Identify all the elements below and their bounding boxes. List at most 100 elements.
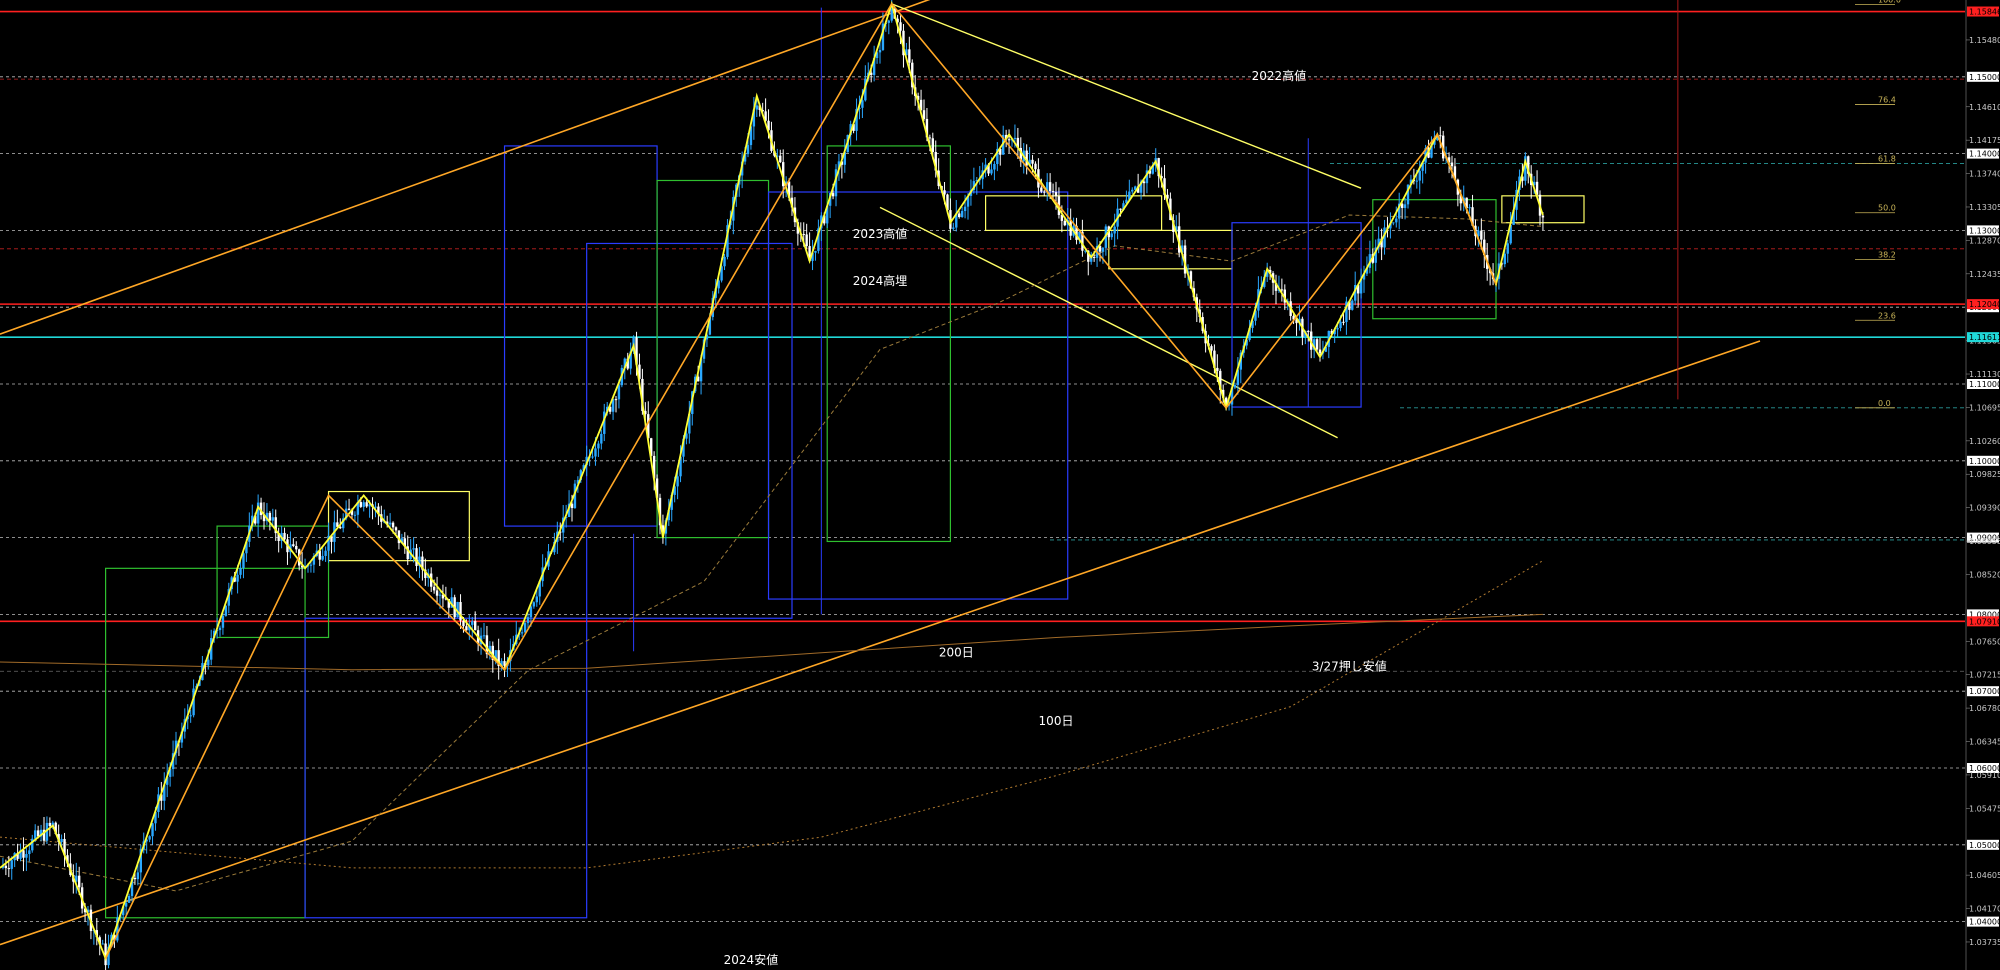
candle-body	[28, 850, 31, 855]
candle-body	[1216, 367, 1219, 371]
candle-body	[148, 836, 151, 840]
candle-body	[890, 8, 893, 21]
candle-body	[1468, 207, 1471, 209]
candle-body	[1541, 215, 1545, 218]
candle-body	[1415, 180, 1418, 182]
price-line-label: 1.15846	[1969, 8, 2000, 17]
tick-label: 1.05475	[1969, 804, 2000, 813]
fib-label: 0.0	[1878, 399, 1891, 408]
chart-canvas[interactable]: 100.0 76.4 61.8 50.0 38.2 23.6 0.0 2022高値 2023高…	[0, 0, 2000, 970]
tick-label: 1.05910	[1969, 771, 2000, 780]
candle-body	[359, 502, 362, 507]
tick-label: 1.15000	[1969, 73, 2000, 82]
candle-body	[101, 943, 104, 945]
tick-label: 1.14000	[1969, 150, 2000, 159]
candle-body	[594, 448, 597, 457]
candle-body	[1034, 163, 1037, 170]
candle-body	[471, 621, 474, 625]
candle-body	[814, 250, 817, 253]
candle-body	[960, 211, 964, 218]
candle-body	[1101, 247, 1105, 252]
forex-chart[interactable]: 100.0 76.4 61.8 50.0 38.2 23.6 0.0 2022高値 2023高…	[0, 0, 2000, 970]
tick-label: 1.13740	[1969, 170, 2000, 179]
candle-body	[207, 659, 210, 666]
candle-body	[746, 145, 750, 155]
fib-label: 61.8	[1878, 155, 1896, 164]
candle-body	[723, 256, 726, 267]
price-line-label: 1.07910	[1969, 617, 2000, 626]
tick-label: 1.14610	[1969, 103, 2000, 112]
candle-body	[60, 839, 63, 843]
chart-annotation: 200日	[939, 646, 974, 660]
tick-label: 1.10000	[1969, 457, 2000, 466]
candle-body	[1063, 220, 1066, 226]
candle-body	[1043, 191, 1046, 193]
chart-annotation: 2024安値	[724, 952, 779, 967]
tick-label: 1.07000	[1969, 687, 2000, 696]
tick-label: 1.14175	[1969, 136, 2000, 145]
candle-body	[1315, 339, 1319, 350]
candle-body	[1503, 253, 1506, 265]
tick-label: 1.09825	[1969, 470, 2000, 479]
candle-body	[802, 234, 805, 236]
candle-body	[831, 193, 835, 197]
candle-body	[597, 443, 600, 449]
candle-body	[1142, 181, 1146, 184]
price-line-label: 1.12040	[1969, 300, 2000, 309]
candle-body	[1318, 349, 1322, 354]
chart-annotation: 2022高値	[1252, 68, 1307, 83]
candle-body	[78, 875, 81, 888]
candle-body	[805, 234, 808, 247]
candle-body	[1336, 328, 1339, 330]
candle-body	[520, 632, 524, 634]
candle-body	[1439, 135, 1442, 137]
candle-body	[4, 865, 8, 869]
candle-body	[1480, 230, 1483, 240]
candle-body	[362, 502, 365, 507]
candle-body	[438, 594, 442, 596]
candle-body	[283, 532, 286, 540]
candle-body	[1013, 137, 1017, 140]
tick-label: 1.11000	[1969, 380, 2000, 389]
candle-body	[353, 514, 357, 516]
tick-label: 1.07650	[1969, 637, 2000, 646]
candle-body	[993, 163, 996, 170]
candle-body	[239, 568, 242, 575]
candle-body	[1351, 300, 1354, 310]
tick-label: 1.04000	[1969, 918, 2000, 927]
candle-body	[435, 590, 439, 596]
chart-background	[0, 0, 2000, 970]
candle-body	[22, 850, 25, 858]
candle-body	[1506, 243, 1509, 254]
candle-body	[931, 138, 934, 153]
tick-label: 1.08520	[1969, 570, 2000, 579]
candle-body	[526, 617, 530, 624]
tick-label: 1.09390	[1969, 504, 2000, 513]
candle-body	[7, 868, 10, 870]
candle-body	[295, 545, 298, 550]
candle-body	[127, 895, 131, 903]
candle-body	[532, 602, 536, 607]
candle-body	[236, 574, 239, 582]
candle-body	[482, 635, 486, 637]
tick-label: 1.11130	[1969, 370, 2000, 379]
candle-body	[25, 854, 28, 858]
chart-annotation: 2024高埋	[853, 273, 908, 288]
tick-label: 1.07215	[1969, 671, 2000, 680]
candle-body	[1233, 384, 1237, 388]
tick-label: 1.08955	[1969, 537, 2000, 546]
tick-label: 1.04170	[1969, 905, 2000, 914]
candle-body	[1110, 233, 1113, 238]
tick-label: 1.06345	[1969, 738, 2000, 747]
candle-body	[374, 506, 377, 508]
candle-body	[1307, 330, 1310, 332]
tick-label: 1.04605	[1969, 871, 2000, 880]
chart-annotation: 2023高値	[853, 226, 908, 241]
candle-body	[10, 860, 13, 869]
candle-body	[474, 621, 477, 631]
candle-body	[218, 627, 222, 631]
candle-body	[136, 872, 140, 880]
candle-body	[309, 564, 313, 566]
candle-body	[1119, 208, 1122, 210]
candle-body	[600, 433, 603, 444]
